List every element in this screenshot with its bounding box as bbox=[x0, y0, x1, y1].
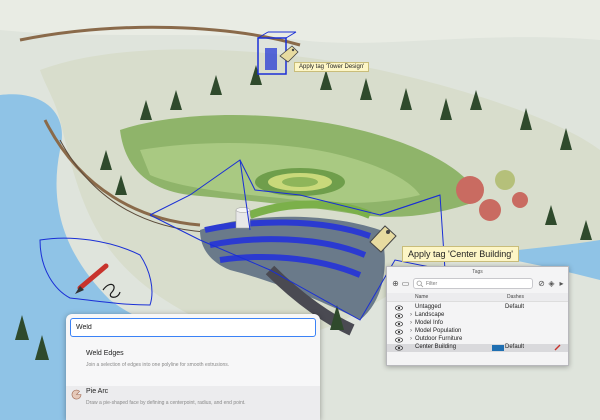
tag-row[interactable]: Untagged Default bbox=[387, 304, 568, 312]
delete-tag-icon[interactable]: ⊘ bbox=[537, 279, 546, 288]
eye-icon[interactable] bbox=[395, 313, 403, 319]
chevron-right-icon[interactable]: › bbox=[410, 336, 412, 342]
add-tag-icon[interactable]: ⊕ bbox=[391, 279, 400, 288]
tags-table-header: Name Dashes bbox=[387, 293, 568, 302]
add-folder-icon[interactable]: ▭ bbox=[401, 279, 410, 288]
eye-icon[interactable] bbox=[395, 345, 403, 351]
search-input[interactable] bbox=[70, 318, 316, 337]
details-icon[interactable]: ▸ bbox=[557, 279, 566, 288]
tag-row[interactable]: › Landscape bbox=[387, 312, 568, 320]
tag-dashes: Default bbox=[505, 304, 525, 310]
tag-name: Center Building bbox=[415, 344, 457, 350]
eye-icon[interactable] bbox=[395, 305, 403, 311]
eye-icon[interactable] bbox=[395, 337, 403, 343]
column-dashes: Dashes bbox=[507, 294, 524, 300]
tag-dashes: Default bbox=[505, 344, 525, 350]
tooltip-apply-tag-center: Apply tag 'Center Building' bbox=[402, 246, 519, 262]
result-title: Pie Arc bbox=[86, 388, 109, 395]
chevron-right-icon[interactable]: › bbox=[410, 320, 412, 326]
search-result-weld-edges[interactable]: Weld Edges Join a selection of edges int… bbox=[66, 348, 320, 382]
column-name: Name bbox=[415, 294, 429, 300]
color-by-tag-icon[interactable]: ◈ bbox=[547, 279, 556, 288]
filter-input[interactable] bbox=[413, 278, 533, 289]
result-description: Draw a pie-shaped face by defining a cen… bbox=[86, 400, 246, 406]
tag-row[interactable]: › Model Population bbox=[387, 328, 568, 336]
tag-name: Landscape bbox=[415, 312, 445, 318]
tag-name: Model Info bbox=[415, 320, 444, 326]
search-panel: Weld Edges Join a selection of edges int… bbox=[66, 314, 320, 420]
result-title: Weld Edges bbox=[86, 350, 124, 357]
result-description: Join a selection of edges into one polyl… bbox=[86, 362, 230, 368]
tags-panel: Tags ⊕ ▭ ⊘ ◈ ▸ Name Dashes Untagged Defa… bbox=[386, 266, 569, 366]
search-result-pie-arc[interactable]: Pie Arc Draw a pie-shaped face by defini… bbox=[66, 386, 320, 420]
tag-row-selected[interactable]: Center Building Default bbox=[387, 344, 568, 352]
pie-arc-icon bbox=[71, 389, 82, 400]
chevron-right-icon[interactable]: › bbox=[410, 328, 412, 334]
eye-icon[interactable] bbox=[395, 321, 403, 327]
search-icon bbox=[416, 280, 424, 288]
tag-name: Model Population bbox=[415, 328, 462, 334]
panel-title: Tags bbox=[472, 269, 483, 275]
chevron-right-icon[interactable]: › bbox=[410, 312, 412, 318]
tags-toolbar: ⊕ ▭ ⊘ ◈ ▸ bbox=[387, 277, 568, 291]
tooltip-apply-tag-tower: Apply tag 'Tower Design' bbox=[294, 62, 370, 72]
tag-row[interactable]: › Model Info bbox=[387, 320, 568, 328]
tag-color-swatch[interactable] bbox=[492, 345, 504, 351]
tag-name: Outdoor Furniture bbox=[415, 336, 463, 342]
tag-row[interactable]: › Outdoor Furniture bbox=[387, 336, 568, 344]
eye-icon[interactable] bbox=[395, 329, 403, 335]
pencil-icon[interactable] bbox=[554, 344, 561, 351]
tag-name: Untagged bbox=[415, 304, 442, 310]
